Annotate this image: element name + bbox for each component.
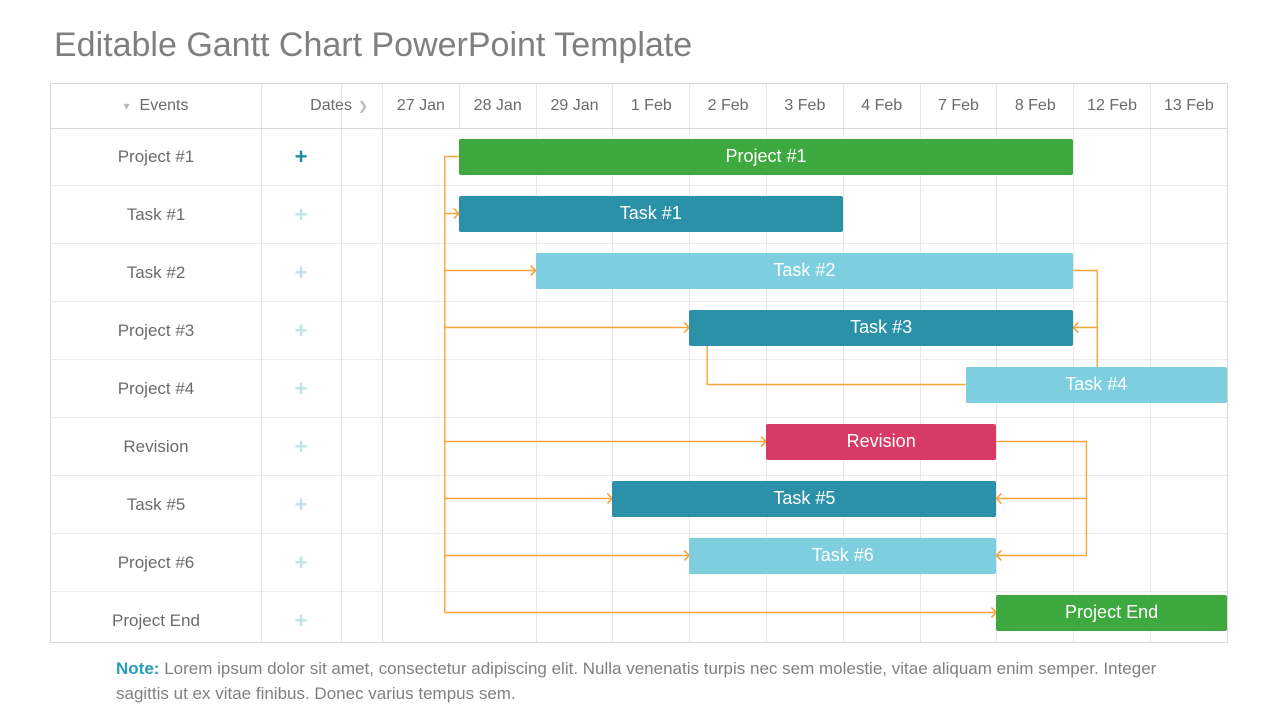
progress-fill (536, 253, 692, 289)
page-title: Editable Gantt Chart PowerPoint Template (54, 26, 1230, 65)
note-text: Lorem ipsum dolor sit amet, consectetur … (116, 659, 1156, 703)
table-header: ▾ Events Dates ❯ 27 Jan28 Jan29 Jan1 Feb… (51, 84, 1227, 129)
header-date: 4 Feb (843, 84, 920, 128)
header-events-label: Events (140, 84, 189, 128)
note: Note: Lorem ipsum dolor sit amet, consec… (116, 657, 1210, 706)
gantt-bar[interactable]: Project End (996, 595, 1226, 631)
header-date: 12 Feb (1073, 84, 1150, 128)
gantt-chart: ▾ Events Dates ❯ 27 Jan28 Jan29 Jan1 Feb… (50, 83, 1228, 643)
header-date: 29 Jan (536, 84, 613, 128)
gantt-bar[interactable]: Project #1 (459, 139, 1073, 175)
bar-label: Task #1 (620, 203, 682, 224)
bar-label: Task #2 (773, 260, 835, 281)
gantt-bar[interactable]: Task #4 (966, 367, 1227, 403)
progress-fill (966, 367, 1013, 403)
header-date: 3 Feb (766, 84, 843, 128)
chevron-right-icon[interactable]: ❯ (358, 84, 368, 128)
note-label: Note: (116, 659, 159, 678)
gantt-bar[interactable]: Revision (766, 424, 996, 460)
progress-fill (689, 538, 929, 574)
gantt-bar[interactable]: Task #2 (536, 253, 1074, 289)
bar-label: Project #1 (725, 146, 806, 167)
header-date: 27 Jan (382, 84, 459, 128)
header-date: 28 Jan (459, 84, 536, 128)
gantt-bar[interactable]: Task #6 (689, 538, 996, 574)
header-dates-label: Dates (310, 84, 352, 128)
bar-label: Task #3 (850, 317, 912, 338)
header-date: 2 Feb (689, 84, 766, 128)
header-date: 7 Feb (920, 84, 997, 128)
bar-label: Task #4 (1065, 374, 1127, 395)
header-date: 13 Feb (1150, 84, 1227, 128)
header-date: 8 Feb (996, 84, 1073, 128)
slide: Editable Gantt Chart PowerPoint Template… (0, 0, 1280, 720)
gantt-bars: Project #1 Task #1 Task #2 Task #3 Task #4 Re… (51, 128, 1227, 642)
progress-fill (459, 139, 582, 175)
chevron-down-icon[interactable]: ▾ (124, 84, 130, 128)
header-date: 1 Feb (612, 84, 689, 128)
gantt-bar[interactable]: Task #3 (689, 310, 1073, 346)
bar-label: Task #6 (812, 545, 874, 566)
gantt-bar[interactable]: Task #5 (612, 481, 996, 517)
bar-label: Task #5 (773, 488, 835, 509)
bar-label: Project End (1065, 602, 1158, 623)
gantt-bar[interactable]: Task #1 (459, 196, 843, 232)
header-dates: Dates ❯ (261, 84, 382, 128)
bar-label: Revision (847, 431, 916, 452)
header-events: ▾ Events (51, 84, 261, 128)
